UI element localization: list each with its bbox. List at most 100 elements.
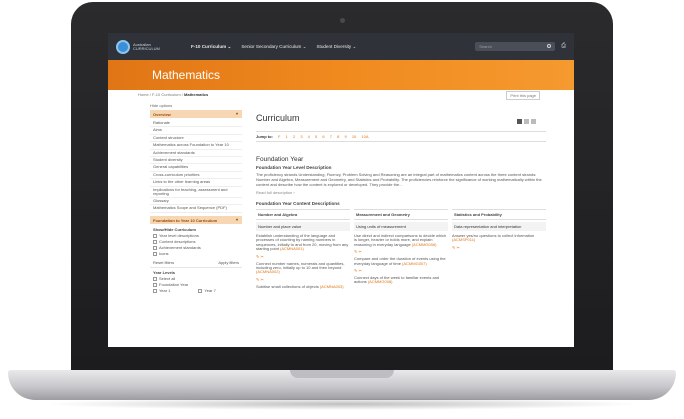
check-label: Year 1 bbox=[159, 288, 171, 294]
check-label: Select all bbox=[159, 276, 176, 282]
jump-label: Jump to: bbox=[256, 134, 273, 139]
breadcrumb-f10[interactable]: F-10 Curriculum bbox=[152, 92, 181, 97]
elaboration-icons[interactable]: ✎ ✂ bbox=[354, 268, 362, 273]
laptop-shadow bbox=[40, 398, 644, 410]
sidebar-item-cross-curriculum[interactable]: Cross-curriculum priorities bbox=[150, 172, 242, 180]
column-header: Statistics and Probability bbox=[452, 209, 546, 220]
checkbox[interactable] bbox=[153, 245, 157, 250]
sidebar-item-scope-sequence[interactable]: Mathematics Scope and Sequence (PDF) bbox=[150, 205, 242, 213]
show-hide-heading: Show/Hide Curriculum bbox=[153, 226, 196, 232]
content-item[interactable]: Answer yes/no questions to collect infor… bbox=[452, 233, 546, 243]
nav-f10-curriculum[interactable]: F-10 Curriculum ⌄ bbox=[191, 44, 231, 50]
checkbox[interactable] bbox=[153, 276, 157, 281]
logo-icon[interactable] bbox=[116, 39, 130, 54]
content-code[interactable]: (ACMMG006) bbox=[412, 242, 437, 247]
level-description-title: Foundation Year Level Description bbox=[256, 165, 332, 170]
content-code[interactable]: (ACMMG008) bbox=[368, 279, 393, 284]
sidebar-f10-header[interactable]: Foundation to Year 10 Curriculum bbox=[150, 215, 242, 224]
logo-text[interactable]: Australian CURRICULUM bbox=[133, 42, 163, 51]
jump-f[interactable]: F bbox=[278, 134, 280, 139]
list-view-icon[interactable] bbox=[524, 119, 529, 124]
sidebar-item-maths-across[interactable]: Mathematics across Foundation to Year 10 bbox=[150, 142, 242, 150]
jump-8[interactable]: 8 bbox=[337, 134, 339, 139]
jump-7[interactable]: 7 bbox=[330, 134, 332, 139]
jump-9[interactable]: 9 bbox=[344, 134, 346, 139]
sidebar-item-student-diversity[interactable]: Student diversity bbox=[150, 157, 242, 165]
content-text: Subitise small collections of objects bbox=[256, 283, 319, 289]
sidebar-item-implications[interactable]: Implications for teaching, assessment an… bbox=[150, 187, 242, 199]
breadcrumb-home[interactable]: Home bbox=[138, 92, 149, 97]
sidebar-overview-header[interactable]: Overview bbox=[150, 110, 242, 118]
content-item[interactable]: Connect days of the week to familiar eve… bbox=[354, 275, 448, 285]
year-levels-heading: Year Levels bbox=[150, 266, 242, 276]
sidebar-item-rationale[interactable]: Rationale bbox=[150, 120, 242, 128]
filter-icons[interactable]: Icons bbox=[150, 251, 242, 257]
sidebar-item-achievement[interactable]: Achievement standards bbox=[150, 150, 242, 158]
settings-icon[interactable] bbox=[531, 119, 536, 124]
year-heading: Foundation Year bbox=[256, 156, 304, 163]
jump-5[interactable]: 5 bbox=[315, 134, 317, 139]
content-code[interactable]: (ACMNA003) bbox=[320, 284, 344, 289]
content-code[interactable]: (ACMNA001) bbox=[280, 246, 304, 251]
elaboration-icons[interactable]: ✎ ✂ bbox=[452, 245, 460, 250]
content-code[interactable]: (ACMSP011) bbox=[452, 237, 475, 242]
filter-actions: Reset filters Apply filters bbox=[150, 258, 242, 267]
view-toggle bbox=[517, 119, 536, 124]
top-navigation: Australian CURRICULUM F-10 Curriculum ⌄ … bbox=[108, 33, 574, 60]
elaboration-icons[interactable]: ✎ ✂ bbox=[256, 277, 264, 282]
checkbox[interactable] bbox=[153, 233, 157, 238]
subject-banner: Mathematics bbox=[108, 60, 574, 90]
jump-3[interactable]: 3 bbox=[300, 134, 302, 139]
camera-icon bbox=[340, 18, 345, 23]
content-code[interactable]: (ACMMG007) bbox=[402, 261, 427, 266]
laptop-screen: Australian CURRICULUM F-10 Curriculum ⌄ … bbox=[108, 33, 574, 347]
search-placeholder: Search bbox=[479, 44, 492, 49]
content-item[interactable]: Use direct and indirect comparisons to d… bbox=[354, 233, 448, 247]
reset-filters-button[interactable]: Reset filters bbox=[153, 260, 174, 265]
jump-1[interactable]: 1 bbox=[286, 134, 288, 139]
content-columns: Number and Algebra Number and place valu… bbox=[256, 209, 546, 289]
content-item[interactable]: Compare and order the duration of events… bbox=[354, 256, 448, 266]
column-measurement-geometry: Measurement and Geometry Using units of … bbox=[354, 209, 448, 289]
search-input[interactable]: Search bbox=[475, 42, 556, 51]
read-full-link[interactable]: Read full description › bbox=[256, 190, 546, 195]
content-code[interactable]: (ACMNA002) bbox=[256, 269, 280, 274]
laptop-opening-notch bbox=[290, 370, 394, 378]
column-subheader: Number and place value bbox=[256, 222, 350, 231]
column-statistics-probability: Statistics and Probability Data represen… bbox=[452, 209, 546, 289]
search-icon[interactable] bbox=[547, 44, 552, 48]
print-icon[interactable]: ⎙ bbox=[561, 43, 566, 50]
jump-2[interactable]: 2 bbox=[293, 134, 295, 139]
content-item[interactable]: Connect number names, numerals and quant… bbox=[256, 261, 350, 275]
check-label: Content descriptions bbox=[159, 239, 196, 245]
content-item[interactable]: Establish understanding of the language … bbox=[256, 233, 350, 252]
sidebar-item-aims[interactable]: Aims bbox=[150, 127, 242, 135]
jump-10[interactable]: 10 bbox=[352, 134, 356, 139]
elaboration-icons[interactable]: ✎ ✂ bbox=[256, 254, 264, 259]
logo-line2: CURRICULUM bbox=[133, 45, 160, 51]
jump-6[interactable]: 6 bbox=[322, 134, 324, 139]
grid-view-icon[interactable] bbox=[517, 119, 522, 124]
column-number-algebra: Number and Algebra Number and place valu… bbox=[256, 209, 350, 289]
check-label: Icons bbox=[159, 251, 169, 257]
nav-senior-secondary[interactable]: Senior Secondary Curriculum ⌄ bbox=[241, 44, 306, 50]
checkbox[interactable] bbox=[153, 282, 157, 287]
nav-student-diversity[interactable]: Student Diversity ⌄ bbox=[316, 44, 356, 50]
jump-10a[interactable]: 10A bbox=[361, 134, 368, 139]
checkbox[interactable] bbox=[153, 239, 157, 244]
checkbox[interactable] bbox=[153, 251, 157, 256]
apply-filters-button[interactable]: Apply filters bbox=[218, 260, 239, 265]
content-item[interactable]: Subitise small collections of objects (A… bbox=[256, 283, 350, 289]
elaboration-icons[interactable]: ✎ ✂ bbox=[354, 249, 362, 254]
sidebar-item-glossary[interactable]: Glossary bbox=[150, 198, 242, 206]
content-text: Compare and order the duration of events… bbox=[354, 256, 446, 266]
jump-4[interactable]: 4 bbox=[308, 134, 310, 139]
sidebar-item-links[interactable]: Links to the other learning areas bbox=[150, 179, 242, 187]
content-text: Connect days of the week to familiar eve… bbox=[354, 275, 440, 285]
checkbox-year-7[interactable] bbox=[198, 288, 203, 293]
sidebar-item-general-capabilities[interactable]: General capabilities bbox=[150, 164, 242, 172]
print-page-button[interactable]: Print this page bbox=[506, 91, 540, 100]
hide-options-link[interactable]: Hide options bbox=[150, 103, 242, 108]
sidebar-item-content-structure[interactable]: Content structure bbox=[150, 135, 242, 143]
checkbox-year-1[interactable] bbox=[153, 288, 157, 293]
